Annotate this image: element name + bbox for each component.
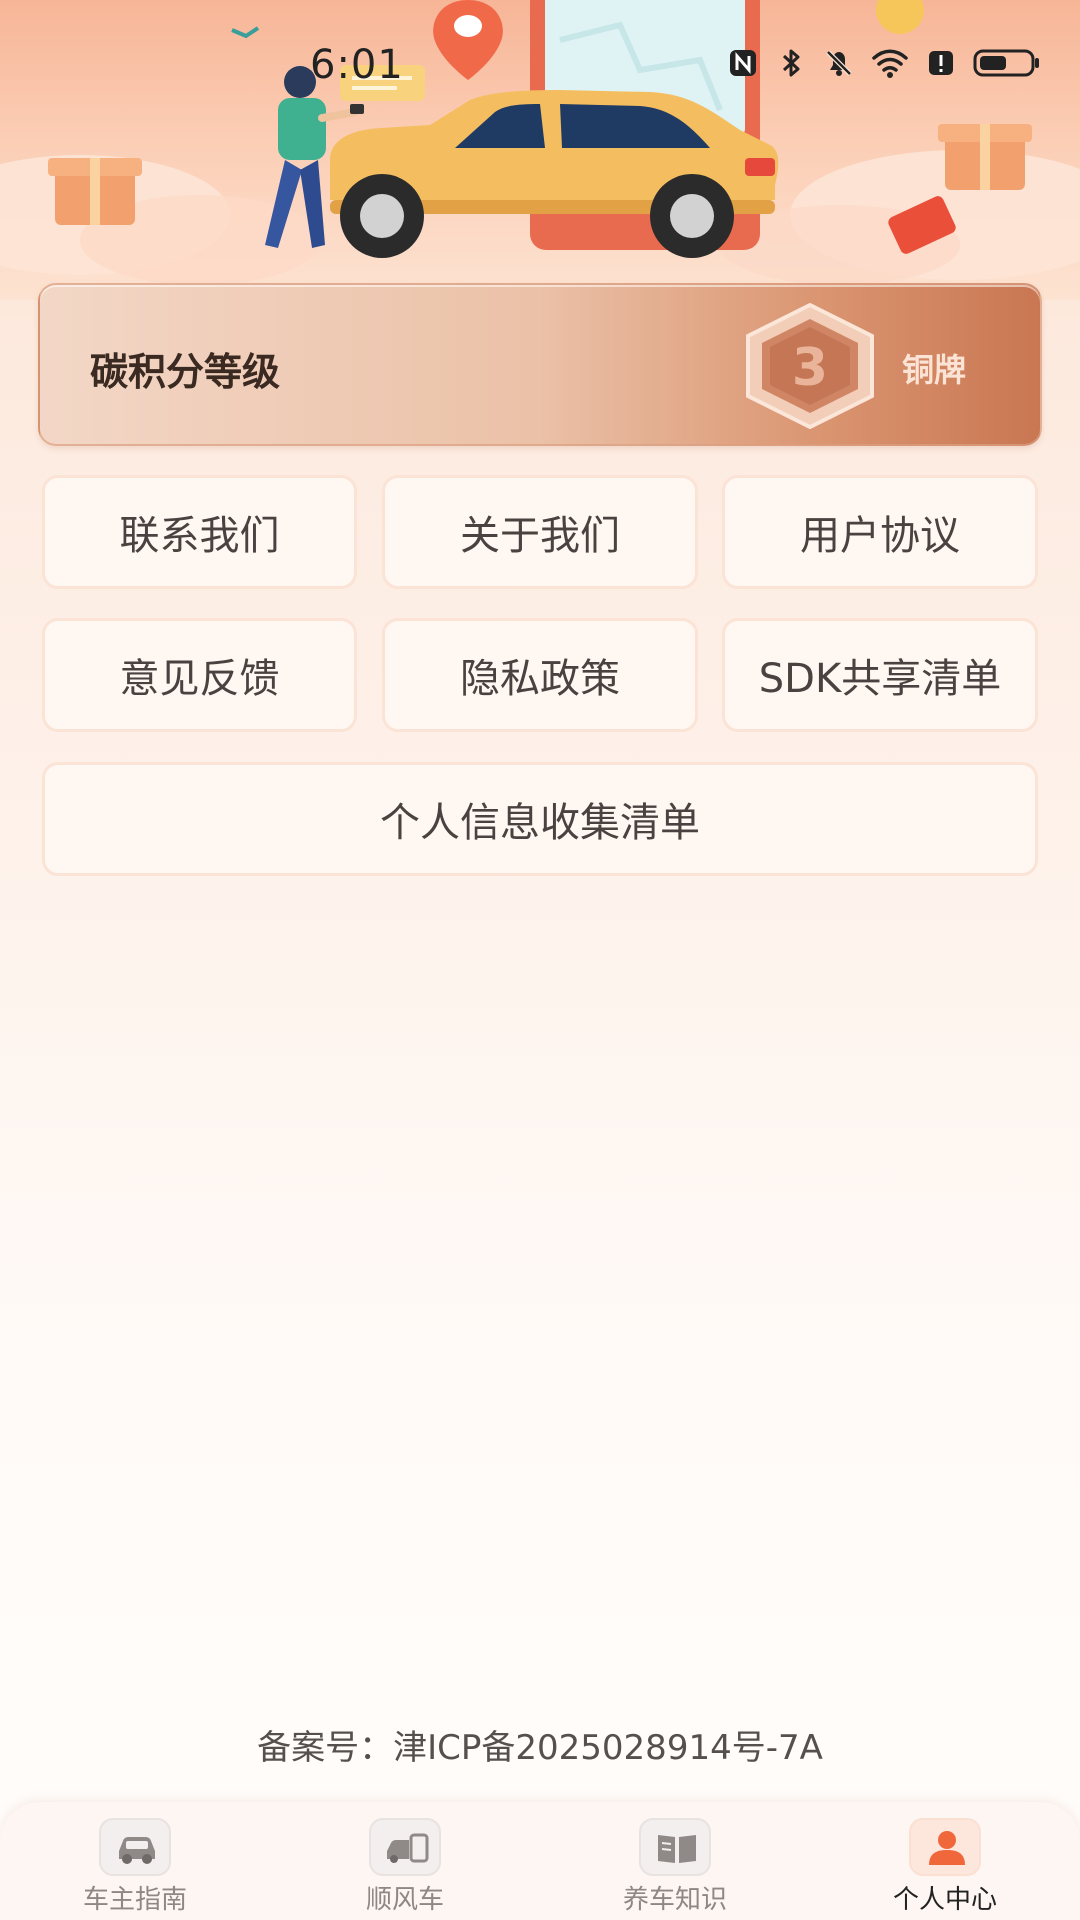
- battery-icon: [973, 49, 1039, 77]
- privacy-policy-button[interactable]: 隐私政策: [382, 618, 698, 732]
- nfc-icon: [730, 50, 756, 76]
- tab-label: 养车知识: [622, 1885, 727, 1915]
- about-us-button[interactable]: 关于我们: [382, 475, 698, 589]
- contact-us-button[interactable]: 联系我们: [42, 475, 357, 589]
- icp-record: 备案号：津ICP备2025028914号-7A: [257, 1728, 823, 1768]
- person-icon: [929, 1831, 965, 1865]
- hero-banner: [0, 0, 1080, 300]
- bottom-tab-bar: 车主指南 顺风车 养车知识 个人中心: [0, 1802, 1080, 1920]
- tab-label: 顺风车: [365, 1885, 444, 1915]
- bluetooth-icon: [782, 49, 800, 77]
- sdk-share-list-button[interactable]: SDK共享清单: [722, 618, 1038, 732]
- wifi-icon: [872, 49, 908, 78]
- tab-label: 个人中心: [892, 1885, 997, 1915]
- book-icon: [658, 1835, 696, 1863]
- app-screen: 6:01 碳积分等级 3 铜牌 联系我们 关于我们 用户协议 意见反馈 隐私政策…: [0, 0, 1080, 1920]
- car-icon: [119, 1837, 155, 1864]
- car-illustration: [0, 0, 1080, 285]
- carbon-level-card[interactable]: 碳积分等级 3 铜牌: [38, 283, 1042, 446]
- user-agreement-button[interactable]: 用户协议: [722, 475, 1038, 589]
- personal-info-list-button[interactable]: 个人信息收集清单: [42, 762, 1038, 876]
- feedback-button[interactable]: 意见反馈: [42, 618, 357, 732]
- mute-bell-icon: [826, 50, 852, 76]
- alert-icon: [929, 51, 953, 75]
- tab-carpool[interactable]: 顺风车: [270, 1802, 540, 1920]
- badge-level-label: 铜牌: [902, 351, 967, 389]
- carbon-level-title: 碳积分等级: [90, 350, 281, 394]
- svg-text:3: 3: [792, 338, 828, 398]
- bronze-medal-icon: 3: [746, 303, 874, 429]
- tab-car-guide[interactable]: 车主指南: [0, 1802, 270, 1920]
- tab-personal-center[interactable]: 个人中心: [810, 1802, 1080, 1920]
- tab-car-care[interactable]: 养车知识: [540, 1802, 810, 1920]
- status-time: 6:01: [310, 42, 404, 88]
- tab-label: 车主指南: [82, 1885, 187, 1915]
- status-icons: [726, 46, 1042, 80]
- carpool-icon: [387, 1833, 429, 1863]
